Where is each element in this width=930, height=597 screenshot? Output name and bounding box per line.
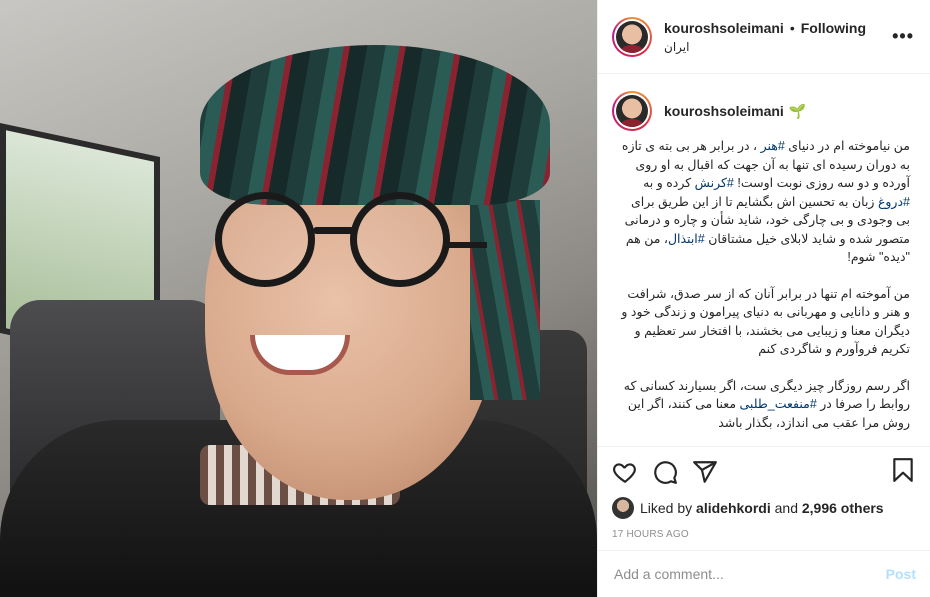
post-actions: Liked by alidehkordi and 2,996 others 17… bbox=[598, 446, 930, 540]
post-side-panel: kouroshsoleimani • Following ایران ••• k… bbox=[597, 0, 930, 597]
caption-avatar-ring[interactable] bbox=[612, 91, 652, 131]
seedling-icon: 🌱 bbox=[788, 102, 807, 119]
caption-username[interactable]: kouroshsoleimani bbox=[664, 103, 784, 119]
likes-count-link[interactable]: 2,996 others bbox=[802, 500, 884, 516]
caption-paragraph-2: من آموخته ام تنها در برابر آنان که از سر… bbox=[621, 286, 910, 357]
bookmark-icon[interactable] bbox=[890, 457, 916, 483]
glasses bbox=[215, 192, 487, 292]
author-username[interactable]: kouroshsoleimani bbox=[664, 20, 784, 36]
post-comment-button[interactable]: Post bbox=[886, 566, 916, 582]
more-horizontal-icon[interactable]: ••• bbox=[892, 26, 914, 47]
caption-scroll-area[interactable]: kouroshsoleimani 🌱 من نیاموخته ام در دنی… bbox=[598, 75, 930, 445]
heart-icon[interactable] bbox=[612, 459, 638, 485]
liker-username[interactable]: alidehkordi bbox=[696, 500, 771, 516]
comment-icon[interactable] bbox=[652, 459, 678, 485]
liker-avatar[interactable] bbox=[612, 497, 634, 519]
post-photo[interactable] bbox=[0, 0, 597, 597]
post-timestamp[interactable]: 17 HOURS AGO bbox=[612, 529, 916, 540]
comment-box: Post bbox=[598, 550, 930, 597]
paper-plane-icon[interactable] bbox=[692, 459, 718, 485]
post-location[interactable]: ایران bbox=[664, 40, 892, 54]
post-header: kouroshsoleimani • Following ایران ••• bbox=[598, 0, 930, 74]
caption-paragraph-1: من نیاموخته ام در دنیای #هنر ، در برابر … bbox=[621, 139, 910, 264]
author-avatar-ring[interactable] bbox=[612, 16, 652, 57]
head-scarf bbox=[200, 45, 550, 205]
hashtag-link[interactable]: #ابتذال bbox=[668, 232, 705, 246]
caption-text: من نیاموخته ام در دنیای #هنر ، در برابر … bbox=[612, 131, 914, 432]
hashtag-link[interactable]: #دروغ bbox=[878, 195, 910, 209]
hashtag-link[interactable]: #هنر bbox=[761, 139, 785, 153]
hashtag-link[interactable]: #کرنش bbox=[695, 176, 734, 190]
caption-paragraph-3: اگر رسم روزگار چیز دیگری ست، اگر بسیارند… bbox=[623, 378, 910, 430]
caption-avatar[interactable] bbox=[616, 95, 648, 127]
comment-input[interactable] bbox=[614, 566, 886, 582]
author-avatar[interactable] bbox=[616, 20, 648, 53]
following-button[interactable]: Following bbox=[801, 20, 866, 36]
hashtag-link[interactable]: #منفعت_طلبی bbox=[740, 397, 817, 411]
separator-dot: • bbox=[789, 19, 795, 36]
likes-summary: Liked by alidehkordi and 2,996 others bbox=[612, 497, 916, 519]
